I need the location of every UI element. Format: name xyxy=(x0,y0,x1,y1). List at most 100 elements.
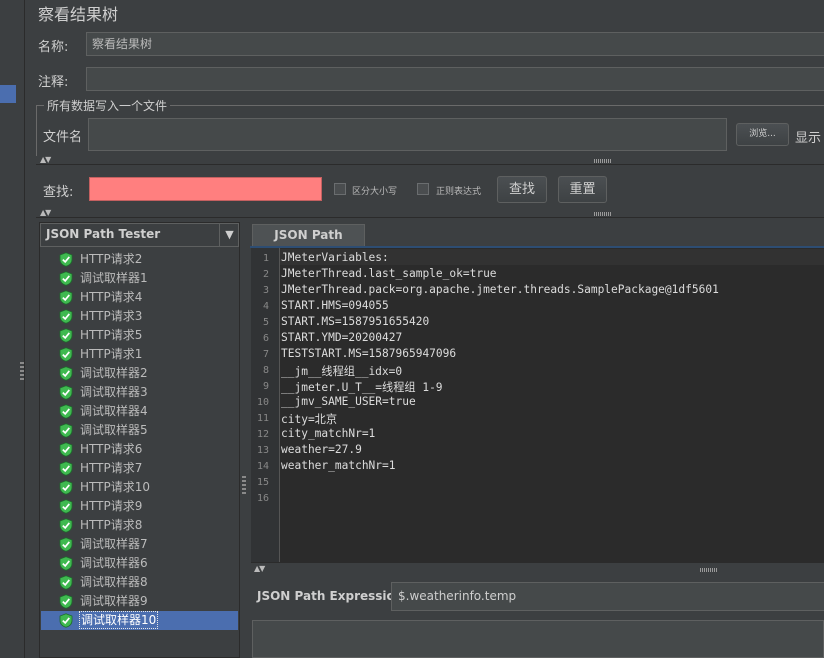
code-line: TESTSTART.MS=1587965947096 xyxy=(281,347,457,360)
shield-check-icon xyxy=(59,594,73,609)
shield-check-icon xyxy=(59,518,73,533)
code-line: START.HMS=094055 xyxy=(281,299,389,312)
shield-check-icon xyxy=(59,613,73,628)
file-section-legend: 所有数据写入一个文件 xyxy=(44,97,171,114)
line-number: 8 xyxy=(262,365,269,376)
comment-input[interactable] xyxy=(86,67,824,91)
line-number: 15 xyxy=(256,477,269,488)
chevron-down-icon[interactable]: ▼ xyxy=(219,224,239,246)
line-number: 13 xyxy=(256,445,269,456)
comment-label: 注释: xyxy=(38,75,69,90)
code-line: __jm__线程组__idx=0 xyxy=(281,365,403,378)
editor-splitter[interactable] xyxy=(251,562,824,577)
sample-tree-item[interactable]: 调试取样器9 xyxy=(41,592,238,611)
shield-check-icon xyxy=(59,461,73,476)
line-number: 10 xyxy=(256,397,269,408)
filename-label: 文件名 xyxy=(43,130,83,145)
case-sensitive-checkbox[interactable] xyxy=(334,183,346,195)
shield-check-icon xyxy=(59,442,73,457)
shield-check-icon xyxy=(59,404,73,419)
line-number: 5 xyxy=(262,317,269,328)
code-line: START.MS=1587951655420 xyxy=(281,315,430,328)
search-button[interactable]: 查找 xyxy=(497,176,547,203)
regex-label: 正则表达式 xyxy=(436,187,482,197)
sample-tree-item[interactable]: 调试取样器3 xyxy=(41,383,238,402)
tree-sidebar-strip xyxy=(0,0,25,658)
name-label: 名称: xyxy=(38,40,69,55)
code-line: START.YMD=20200427 xyxy=(281,331,403,344)
shield-check-icon xyxy=(59,480,73,495)
shield-check-icon xyxy=(59,575,73,590)
collapse-arrows-icon[interactable]: ▲▼ xyxy=(40,155,51,164)
sample-tree-item[interactable]: HTTP请求3 xyxy=(41,307,238,326)
browse-button[interactable]: 浏览... xyxy=(736,123,789,146)
sample-label: HTTP请求1 xyxy=(80,347,143,361)
regex-checkbox[interactable] xyxy=(417,183,429,195)
splitter-dots-icon[interactable] xyxy=(594,212,612,216)
shield-check-icon xyxy=(59,537,73,552)
sample-tree-item[interactable]: HTTP请求10 xyxy=(41,478,238,497)
splitter-grip-icon[interactable] xyxy=(242,476,246,494)
sample-label: 调试取样器10 xyxy=(78,611,159,629)
line-number: 3 xyxy=(262,285,269,296)
shield-check-icon xyxy=(59,385,73,400)
result-area[interactable] xyxy=(252,620,824,658)
sample-tree-item[interactable]: 调试取样器10 xyxy=(41,611,238,630)
sample-tree-item[interactable]: HTTP请求8 xyxy=(41,516,238,535)
sample-tree-item[interactable]: 调试取样器1 xyxy=(41,269,238,288)
code-line: JMeterThread.last_sample_ok=true xyxy=(281,267,497,280)
sample-tree-item[interactable]: 调试取样器7 xyxy=(41,535,238,554)
code-line: city_matchNr=1 xyxy=(281,427,376,440)
line-number: 9 xyxy=(262,381,269,392)
shield-check-icon xyxy=(59,366,73,381)
sample-label: HTTP请求2 xyxy=(80,252,143,266)
sample-label: HTTP请求4 xyxy=(80,290,143,304)
splitter-dots-icon[interactable] xyxy=(700,568,718,572)
line-number: 16 xyxy=(256,493,269,504)
selected-node-marker[interactable] xyxy=(0,85,16,103)
sample-tree-item[interactable]: HTTP请求6 xyxy=(41,440,238,459)
shield-check-icon xyxy=(59,309,73,324)
code-line: __jmv_SAME_USER=true xyxy=(281,395,416,408)
filename-input[interactable] xyxy=(88,118,727,151)
sample-tree-item[interactable]: HTTP请求1 xyxy=(41,345,238,364)
line-number: 14 xyxy=(256,461,269,472)
display-label: 显示 xyxy=(795,131,822,146)
sample-tree-item[interactable]: HTTP请求2 xyxy=(41,250,238,269)
sample-label: HTTP请求10 xyxy=(80,480,150,494)
sample-tree-item[interactable]: HTTP请求5 xyxy=(41,326,238,345)
sample-label: 调试取样器4 xyxy=(80,404,148,418)
search-input[interactable] xyxy=(89,177,322,201)
sample-tree-item[interactable]: HTTP请求9 xyxy=(41,497,238,516)
tab-json-path-tester[interactable]: JSON Path Tester xyxy=(252,224,365,262)
sample-tree-item[interactable]: 调试取样器5 xyxy=(41,421,238,440)
sample-tree-item[interactable]: 调试取样器6 xyxy=(41,554,238,573)
splitter-dots-icon[interactable] xyxy=(594,159,612,163)
code-line: JMeterThread.pack=org.apache.jmeter.thre… xyxy=(281,283,719,296)
code-line: __jmeter.U_T__=线程组 1-9 xyxy=(281,381,443,394)
sample-tree-item[interactable]: 调试取样器2 xyxy=(41,364,238,383)
shield-check-icon xyxy=(59,290,73,305)
sample-tree-item[interactable]: HTTP请求4 xyxy=(41,288,238,307)
line-number: 11 xyxy=(256,413,269,424)
sample-tree-item[interactable]: 调试取样器8 xyxy=(41,573,238,592)
left-splitter-grip-icon[interactable] xyxy=(20,362,24,380)
name-input[interactable]: 察看结果树 xyxy=(86,32,824,56)
page-title: 察看结果树 xyxy=(38,5,119,24)
shield-check-icon xyxy=(59,328,73,343)
collapse-arrows-icon[interactable]: ▲▼ xyxy=(40,208,51,217)
sample-tree-item[interactable]: 调试取样器4 xyxy=(41,402,238,421)
reset-button[interactable]: 重置 xyxy=(558,176,607,203)
sample-label: 调试取样器1 xyxy=(80,271,148,285)
json-path-expression-input[interactable]: $.weatherinfo.temp xyxy=(391,582,824,611)
sample-tree-item[interactable]: HTTP请求7 xyxy=(41,459,238,478)
code-line: weather=27.9 xyxy=(281,443,362,456)
code-line: weather_matchNr=1 xyxy=(281,459,396,472)
shield-check-icon xyxy=(59,499,73,514)
json-path-expression-label: JSON Path Expression xyxy=(257,589,404,603)
code-line: city=北京 xyxy=(281,413,338,426)
search-label: 查找: xyxy=(43,185,74,200)
collapse-arrows-icon[interactable]: ▲▼ xyxy=(254,564,265,573)
sample-label: 调试取样器2 xyxy=(80,366,148,380)
shield-check-icon xyxy=(59,347,73,362)
